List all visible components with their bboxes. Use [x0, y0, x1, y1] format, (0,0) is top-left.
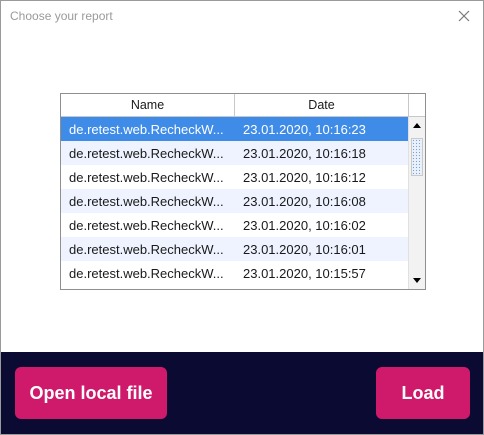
table-row[interactable]: de.retest.web.RecheckW... 23.01.2020, 10:… [61, 165, 409, 189]
window-title: Choose your report [10, 9, 113, 23]
table-row[interactable]: de.retest.web.RecheckW... 23.01.2020, 10:… [61, 261, 409, 285]
report-dialog: Choose your report Name Date de.retest.w… [0, 0, 484, 435]
table-row[interactable]: de.retest.web.RecheckW... 23.01.2020, 10:… [61, 237, 409, 261]
cell-name: de.retest.web.RecheckW... [69, 169, 224, 185]
table-row[interactable]: de.retest.web.RecheckW... 23.01.2020, 10:… [61, 117, 409, 141]
scroll-down-button[interactable] [409, 272, 425, 289]
open-local-file-button[interactable]: Open local file [15, 367, 167, 419]
close-button[interactable] [453, 5, 475, 27]
table-row[interactable]: de.retest.web.RecheckW... 23.01.2020, 10:… [61, 189, 409, 213]
footer-bar: Open local file Load [1, 352, 483, 434]
column-header-name[interactable]: Name [61, 94, 235, 117]
table-header: Name Date [61, 94, 409, 117]
arrow-up-icon [413, 123, 421, 128]
report-table: Name Date de.retest.web.RecheckW... 23.01… [60, 93, 426, 290]
cell-date: 23.01.2020, 10:16:01 [243, 241, 366, 257]
header-corner [408, 94, 425, 117]
close-icon [458, 10, 470, 22]
table-row[interactable]: de.retest.web.RecheckW... 23.01.2020, 10:… [61, 213, 409, 237]
load-button[interactable]: Load [376, 367, 470, 419]
scrollbar-thumb[interactable] [411, 138, 423, 176]
arrow-down-icon [413, 278, 421, 283]
cell-name: de.retest.web.RecheckW... [69, 145, 224, 161]
cell-date: 23.01.2020, 10:16:08 [243, 193, 366, 209]
cell-name: de.retest.web.RecheckW... [69, 121, 224, 137]
cell-name: de.retest.web.RecheckW... [69, 217, 224, 233]
table-body: de.retest.web.RecheckW... 23.01.2020, 10:… [61, 117, 409, 285]
scroll-up-button[interactable] [409, 117, 425, 134]
cell-date: 23.01.2020, 10:16:23 [243, 121, 366, 137]
cell-date: 23.01.2020, 10:16:12 [243, 169, 366, 185]
cell-name: de.retest.web.RecheckW... [69, 241, 224, 257]
table-row[interactable]: de.retest.web.RecheckW... 23.01.2020, 10:… [61, 141, 409, 165]
title-bar: Choose your report [1, 1, 483, 32]
cell-name: de.retest.web.RecheckW... [69, 193, 224, 209]
cell-date: 23.01.2020, 10:16:02 [243, 217, 366, 233]
cell-date: 23.01.2020, 10:15:57 [243, 265, 366, 281]
cell-date: 23.01.2020, 10:16:18 [243, 145, 366, 161]
cell-name: de.retest.web.RecheckW... [69, 265, 224, 281]
vertical-scrollbar[interactable] [408, 117, 425, 289]
column-header-date[interactable]: Date [235, 94, 409, 117]
